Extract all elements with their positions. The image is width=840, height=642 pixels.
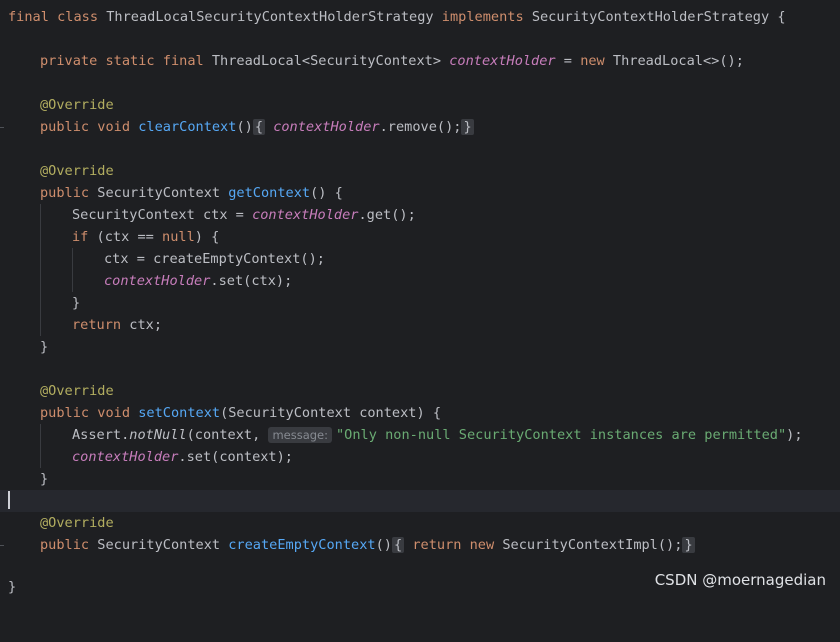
set-call: .set(context); [178,449,293,465]
brace-close: } [40,471,49,487]
method-name-clear-context: clearContext [138,119,237,135]
class-name: ThreadLocalSecurityContextHolderStrategy [106,9,434,25]
assign: = [555,53,581,69]
keyword-if: if [72,229,89,245]
code-line-close-set[interactable]: } [0,468,840,490]
assert-class: Assert. [72,427,130,443]
fold-marker-icon[interactable] [0,127,4,128]
fold-close-button[interactable]: } [682,537,695,553]
code-line-set-ctx[interactable]: contextHolder.set(ctx); [0,270,840,292]
constructor-call: SecurityContextImpl(); [494,537,683,553]
code-line-clear-context[interactable]: public void clearContext(){ contextHolde… [0,116,840,138]
code-line-assert[interactable]: Assert.notNull(context, message: "Only no… [0,424,840,446]
code-line-close-get[interactable]: } [0,336,840,358]
condition-end: ) { [194,229,220,245]
parameter-hint: message: [268,427,332,443]
assert-end: ); [786,427,803,443]
annotation-override: @Override [40,97,114,113]
field-type: ThreadLocal<SecurityContext> [211,53,442,69]
brace-close: } [8,579,17,595]
code-line-annotation[interactable]: @Override [0,380,840,402]
code-editor[interactable]: final class ThreadLocalSecurityContextHo… [0,0,840,599]
code-line-field-declaration[interactable]: private static final ThreadLocal<Securit… [0,50,840,72]
annotation-override: @Override [40,163,114,179]
modifier-public: public [40,185,90,201]
modifiers: public void [40,405,131,421]
get-call: .get(); [358,207,416,223]
watermark: CSDN @moernagedian [654,571,826,589]
string-literal: "Only non-null SecurityContext instances… [336,427,787,443]
keyword-return: return [412,537,462,553]
code-line-create-empty-context[interactable]: public SecurityContext createEmptyContex… [0,534,840,556]
code-line-get-context-signature[interactable]: public SecurityContext getContext() { [0,182,840,204]
code-line-annotation[interactable]: @Override [0,94,840,116]
keyword-new: new [469,537,495,553]
fold-open-button[interactable]: { [391,537,405,553]
code-line-set-context-signature[interactable]: public void setContext(SecurityContext c… [0,402,840,424]
keyword-final: final [8,9,49,25]
modifiers: private static final [40,53,204,69]
field-context-holder: contextHolder [252,207,359,223]
code-line-annotation[interactable]: @Override [0,160,840,182]
signature-rest: (SecurityContext context) { [220,405,442,421]
code-line-annotation[interactable]: @Override [0,512,840,534]
parens: () [236,119,253,135]
fold-open-button[interactable]: { [252,119,265,135]
keyword-new: new [580,53,605,69]
code-line-create-empty[interactable]: ctx = createEmptyContext(); [0,248,840,270]
field-context-holder: contextHolder [273,119,380,135]
code-line-close-if[interactable]: } [0,292,840,314]
code-line-set-context[interactable]: contextHolder.set(context); [0,446,840,468]
parens: () [375,537,392,553]
code-line-return[interactable]: return ctx; [0,314,840,336]
set-call: .set(ctx); [210,273,293,289]
statement: ctx = createEmptyContext(); [104,251,325,267]
brace-open: { [769,9,786,25]
return-type: SecurityContext [97,185,221,201]
method-name-get-context: getContext [228,185,311,201]
field-context-holder: contextHolder [104,273,211,289]
modifiers: public void [40,119,131,135]
modifier-public: public [40,537,90,553]
keyword-implements: implements [441,9,524,25]
keyword-class: class [57,9,99,25]
method-name-set-context: setContext [138,405,221,421]
field-context-holder: contextHolder [449,53,556,69]
condition: (ctx == [88,229,163,245]
signature-rest: () { [310,185,343,201]
code-line-get-ctx[interactable]: SecurityContext ctx = contextHolder.get(… [0,204,840,226]
fold-marker-icon[interactable] [0,545,4,546]
remove-call: .remove(); [379,119,462,135]
annotation-override: @Override [40,383,114,399]
brace-close: } [72,295,81,311]
keyword-return: return [72,317,122,333]
return-value: ctx; [121,317,163,333]
statement: SecurityContext ctx = [72,207,253,223]
field-initializer: ThreadLocal<>(); [604,53,744,69]
fold-close-button[interactable]: } [461,119,474,135]
brace-close: } [40,339,49,355]
code-line-class-declaration[interactable]: final class ThreadLocalSecurityContextHo… [0,6,840,28]
method-name-create-empty-context: createEmptyContext [228,537,376,553]
keyword-null: null [162,229,195,245]
interface-name: SecurityContextHolderStrategy [531,9,770,25]
code-line-if[interactable]: if (ctx == null) { [0,226,840,248]
code-line-current[interactable] [0,490,840,512]
assert-method: notNull [129,427,187,443]
text-caret [8,491,10,509]
annotation-override: @Override [40,515,114,531]
field-context-holder: contextHolder [72,449,179,465]
assert-args: (context, [186,427,269,443]
return-type: SecurityContext [97,537,221,553]
